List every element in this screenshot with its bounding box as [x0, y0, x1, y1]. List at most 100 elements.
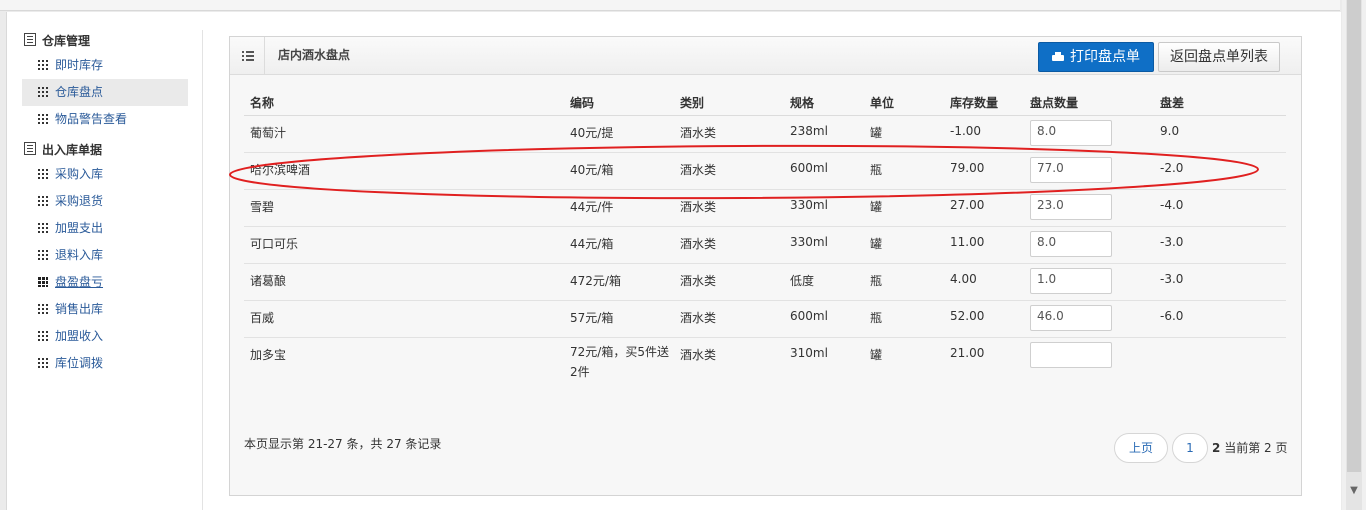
count-input[interactable]: 46.0 [1030, 305, 1112, 331]
cell-count: 1.0 [1024, 263, 1154, 301]
sidebar-item-item-warning[interactable]: 物品警告查看 [14, 106, 202, 133]
column-header: 编码 [564, 89, 674, 116]
cell-count: 23.0 [1024, 189, 1154, 227]
grid-icon [38, 331, 48, 341]
sidebar-item-stocktake[interactable]: 仓库盘点 [22, 79, 188, 106]
cell-unit: 罐 [864, 189, 944, 227]
cell-category: 酒水类 [674, 226, 784, 264]
record-info: 本页显示第 21-27 条，共 27 条记录 [244, 437, 442, 451]
grid-icon [38, 304, 48, 314]
cell-count: 8.0 [1024, 226, 1154, 264]
vertical-scrollbar[interactable]: ▼ [1342, 0, 1366, 510]
cell-spec: 600ml [784, 152, 864, 190]
cell-stock: 11.00 [944, 226, 1024, 264]
sidebar-item-label: 采购入库 [55, 167, 104, 181]
grid-icon [38, 358, 48, 368]
count-input[interactable] [1030, 342, 1112, 368]
panel-header: 店内酒水盘点 打印盘点单 返回盘点单列表 [230, 37, 1301, 75]
stocktake-panel: 店内酒水盘点 打印盘点单 返回盘点单列表 名称 编码 类别 规格 单位 库存数量… [229, 36, 1302, 496]
cell-diff: -3.0 [1154, 226, 1286, 264]
prev-page-button[interactable]: 上页 [1114, 433, 1168, 463]
table-row: 葡萄汁 40元/提 酒水类 238ml 罐 -1.00 8.0 9.0 [244, 116, 1286, 153]
grid-icon [38, 87, 48, 97]
page-1-button[interactable]: 1 [1172, 433, 1208, 463]
cell-unit: 瓶 [864, 263, 944, 301]
current-page-text: 当前第 2 页 [1224, 441, 1288, 455]
sidebar-item-material-return[interactable]: 退料入库 [14, 242, 202, 269]
sidebar-item-label: 退料入库 [55, 248, 104, 262]
grid-icon [38, 196, 48, 206]
sidebar-item-franchise-expense[interactable]: 加盟支出 [14, 215, 202, 242]
table-row: 诸葛酿 472元/箱 酒水类 低度 瓶 4.00 1.0 -3.0 [244, 263, 1286, 301]
sidebar-group-title: 出入库单据 [14, 139, 202, 161]
print-stocktake-button[interactable]: 打印盘点单 [1038, 42, 1154, 72]
sidebar-item-label: 仓库盘点 [55, 85, 104, 99]
cell-code: 40元/箱 [564, 152, 674, 190]
count-input[interactable]: 1.0 [1030, 268, 1112, 294]
column-header: 单位 [864, 89, 944, 116]
cell-code: 40元/提 [570, 126, 614, 140]
table-header-row: 名称 编码 类别 规格 单位 库存数量 盘点数量 盘差 [244, 89, 1286, 116]
count-input[interactable]: 23.0 [1030, 194, 1112, 220]
sidebar-item-label: 物品警告查看 [55, 112, 128, 126]
cell-count: 46.0 [1024, 300, 1154, 338]
grid-icon [38, 169, 48, 179]
sidebar-group-documents: 出入库单据 采购入库 采购退货 加盟支出 退料入库 盘盈盘亏 销售出库 加盟收入… [14, 139, 202, 377]
cell-diff: -4.0 [1154, 189, 1286, 227]
sidebar: 仓库管理 即时库存 仓库盘点 物品警告查看 出入库单据 采购入库 采购退货 加盟… [14, 30, 203, 510]
cell-unit: 罐 [864, 337, 944, 388]
sidebar-item-label: 采购退货 [55, 194, 104, 208]
cell-diff: 9.0 [1160, 124, 1180, 138]
cell-name: 哈尔滨啤酒 [244, 152, 564, 190]
sidebar-item-purchase-return[interactable]: 采购退货 [14, 188, 202, 215]
sidebar-group-warehouse: 仓库管理 即时库存 仓库盘点 物品警告查看 [14, 30, 202, 133]
top-bar [0, 0, 1340, 11]
cell-unit: 瓶 [864, 300, 944, 338]
count-input[interactable]: 8.0 [1030, 231, 1112, 257]
printer-icon [1052, 52, 1064, 62]
cell-stock: 21.00 [944, 337, 1024, 388]
sidebar-item-label: 销售出库 [55, 302, 104, 316]
cell-stock: 52.00 [944, 300, 1024, 338]
scroll-down-icon[interactable]: ▼ [1342, 472, 1366, 510]
sidebar-item-sales-out[interactable]: 销售出库 [14, 296, 202, 323]
cell-spec: 238ml [790, 124, 828, 138]
column-header: 盘差 [1154, 89, 1286, 116]
cell-spec: 330ml [784, 226, 864, 264]
cell-unit: 罐 [864, 226, 944, 264]
cell-spec: 330ml [784, 189, 864, 227]
table-row: 哈尔滨啤酒 40元/箱 酒水类 600ml 瓶 79.00 77.0 -2.0 [244, 152, 1286, 190]
sidebar-item-label: 库位调拨 [55, 356, 104, 370]
back-to-list-button[interactable]: 返回盘点单列表 [1158, 42, 1280, 72]
cell-stock: 79.00 [944, 152, 1024, 190]
current-page-number: 2 [1212, 441, 1221, 455]
cell-stock: 27.00 [944, 189, 1024, 227]
current-page-indicator: 2 当前第 2 页 [1212, 433, 1287, 463]
table-row: 可口可乐 44元/箱 酒水类 330ml 罐 11.00 8.0 -3.0 [244, 226, 1286, 264]
sidebar-item-instant-stock[interactable]: 即时库存 [14, 52, 202, 79]
header-divider [264, 37, 265, 74]
cell-code: 472元/箱 [564, 263, 674, 301]
cell-spec: 低度 [784, 263, 864, 301]
cell-diff: -2.0 [1154, 152, 1286, 190]
sidebar-group-title: 仓库管理 [14, 30, 202, 52]
sidebar-item-franchise-income[interactable]: 加盟收入 [14, 323, 202, 350]
cell-name: 诸葛酿 [244, 263, 564, 301]
count-input[interactable]: 77.0 [1030, 157, 1112, 183]
cell-code: 44元/箱 [564, 226, 674, 264]
sidebar-item-location-transfer[interactable]: 库位调拨 [14, 350, 202, 377]
cell-name: 葡萄汁 [250, 126, 287, 140]
table-row: 雪碧 44元/件 酒水类 330ml 罐 27.00 23.0 -4.0 [244, 189, 1286, 227]
cell-stock: 4.00 [944, 263, 1024, 301]
cell-count [1024, 337, 1154, 388]
column-header: 库存数量 [944, 89, 1024, 116]
cell-category: 酒水类 [674, 263, 784, 301]
cell-category: 酒水类 [680, 126, 717, 140]
sidebar-item-label: 加盟收入 [55, 329, 104, 343]
sidebar-item-purchase-in[interactable]: 采购入库 [14, 161, 202, 188]
count-input[interactable]: 8.0 [1030, 120, 1112, 146]
cell-category: 酒水类 [674, 152, 784, 190]
scrollbar-thumb[interactable] [1347, 0, 1361, 472]
sidebar-item-profit-loss[interactable]: 盘盈盘亏 [14, 269, 202, 296]
sidebar-item-label: 即时库存 [55, 58, 104, 72]
